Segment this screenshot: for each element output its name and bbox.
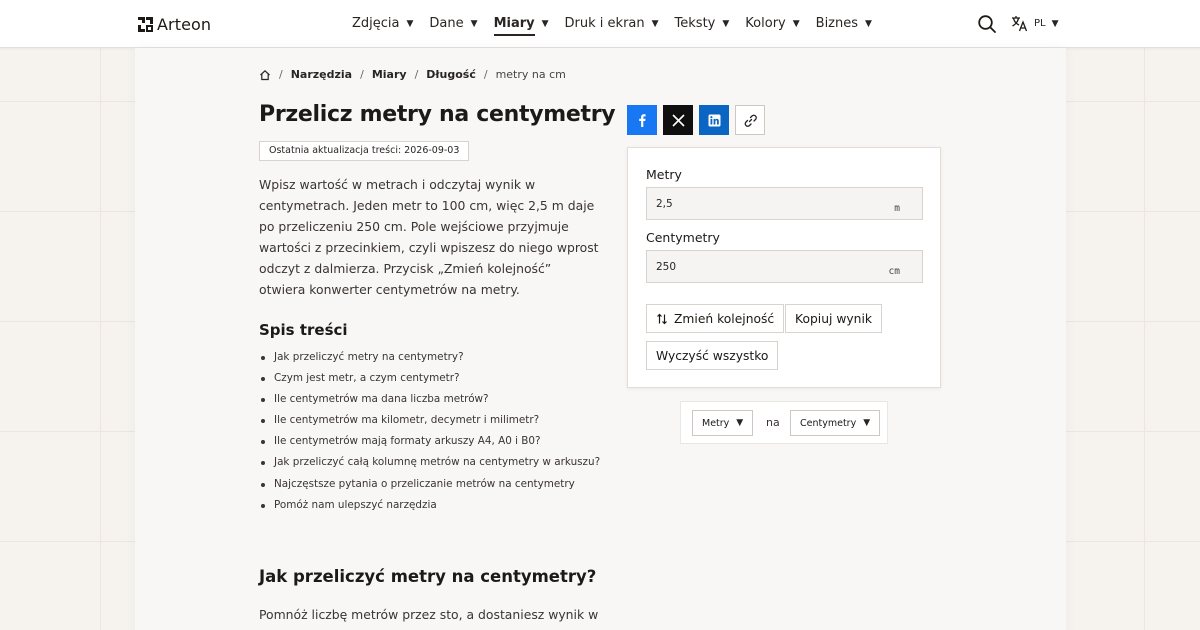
nav-item-kolory[interactable]: Kolory ▼ bbox=[745, 0, 799, 48]
section-heading: Jak przeliczyć metry na centymetry? bbox=[259, 567, 597, 586]
nav-item-druk-i-ekran[interactable]: Druk i ekran ▼ bbox=[565, 0, 659, 48]
chevron-down-icon: ▼ bbox=[865, 19, 872, 29]
breadcrumb-separator: / bbox=[360, 68, 364, 81]
swap-vertical-icon bbox=[657, 313, 667, 324]
toc-link[interactable]: Pomóż nam ulepszyć narzędzia bbox=[259, 495, 600, 516]
toc-link[interactable]: Jak przeliczyć całą kolumnę metrów na ce… bbox=[259, 452, 600, 473]
breadcrumb-separator: / bbox=[414, 68, 419, 81]
chevron-down-icon: ▼ bbox=[722, 19, 730, 29]
toc-link[interactable]: Najczęstsze pytania o przeliczanie metró… bbox=[259, 474, 600, 495]
logo-text: Arteon bbox=[157, 14, 212, 34]
nav-item-label: Zdjęcia bbox=[352, 16, 400, 31]
x-icon bbox=[671, 113, 685, 127]
nav-item-dane[interactable]: Dane ▼ bbox=[429, 0, 477, 48]
last-updated-badge: Ostatnia aktualizacja treści: 2026-09-03 bbox=[259, 141, 470, 161]
breadcrumb: / Narzędzia / Miary / Długość / metry na… bbox=[259, 68, 566, 81]
clear-all-button[interactable]: Wyczyść wszystko bbox=[646, 341, 779, 370]
centimeters-unit: cm bbox=[888, 266, 900, 277]
to-unit-select[interactable]: Centymetry ▼ bbox=[790, 410, 881, 436]
breadcrumb-link-narzedzia[interactable]: Narzędzia bbox=[291, 68, 352, 81]
toc-link[interactable]: Ile centymetrów ma dana liczba metrów? bbox=[259, 389, 600, 410]
unit-selector: Metry ▼ na Centymetry ▼ bbox=[680, 401, 888, 444]
chevron-down-icon: ▼ bbox=[1051, 18, 1059, 29]
toc-link[interactable]: Ile centymetrów mają formaty arkuszy A4,… bbox=[259, 431, 600, 452]
nav-item-label: Druk i ekran bbox=[564, 16, 645, 31]
search-button[interactable] bbox=[977, 14, 997, 34]
nav-item-miary[interactable]: Miary ▼ bbox=[493, 0, 549, 48]
copy-link-button[interactable] bbox=[735, 105, 765, 135]
main-nav: Zdjęcia ▼ Dane ▼ Miary ▼ Druk i ekran ▼ … bbox=[352, 0, 888, 48]
home-icon[interactable] bbox=[259, 69, 271, 81]
intro-paragraph: Wpisz wartość w metrach i odczytaj wynik… bbox=[259, 177, 599, 297]
toc-title: Spis treści bbox=[259, 321, 348, 339]
toc-link[interactable]: Ile centymetrów ma kilometr, decymetr i … bbox=[259, 410, 600, 431]
chevron-down-icon: ▼ bbox=[736, 418, 744, 428]
link-icon bbox=[744, 114, 757, 127]
converter-panel: Metry m Centymetry cm Zmień kolejność Ko… bbox=[627, 147, 941, 388]
breadcrumb-link-dlugosc[interactable]: Długość bbox=[426, 68, 476, 81]
chevron-down-icon: ▼ bbox=[863, 418, 871, 428]
swap-order-button[interactable]: Zmień kolejność bbox=[646, 304, 785, 333]
breadcrumb-link-miary[interactable]: Miary bbox=[372, 68, 407, 81]
nav-item-teksty[interactable]: Teksty ▼ bbox=[675, 0, 730, 48]
nav-item-biznes[interactable]: Biznes ▼ bbox=[816, 0, 872, 48]
share-facebook-button[interactable] bbox=[627, 105, 657, 135]
share-buttons bbox=[627, 105, 765, 135]
centimeters-input[interactable] bbox=[656, 251, 876, 282]
facebook-icon bbox=[639, 114, 646, 127]
chevron-down-icon: ▼ bbox=[470, 19, 478, 29]
language-code: PL bbox=[1034, 18, 1046, 29]
chevron-down-icon: ▼ bbox=[792, 19, 800, 29]
nav-item-label: Dane bbox=[429, 16, 464, 31]
chevron-down-icon: ▼ bbox=[651, 19, 659, 29]
nav-item-zdjecia[interactable]: Zdjęcia ▼ bbox=[352, 0, 413, 48]
to-unit-value: Centymetry bbox=[800, 417, 857, 429]
meters-label: Metry bbox=[646, 167, 682, 182]
toc-link[interactable]: Czym jest metr, a czym centymetr? bbox=[259, 368, 600, 389]
copy-result-label: Kopiuj wynik bbox=[795, 311, 872, 326]
linkedin-icon bbox=[708, 114, 720, 126]
meters-unit: m bbox=[894, 203, 900, 214]
table-of-contents: Jak przeliczyć metry na centymetry? Czym… bbox=[259, 347, 600, 516]
search-icon bbox=[978, 15, 996, 33]
language-switcher[interactable]: PL ▼ bbox=[1011, 15, 1059, 32]
meters-input[interactable] bbox=[656, 188, 876, 219]
centimeters-field: cm bbox=[646, 250, 923, 283]
logo[interactable]: Arteon bbox=[137, 14, 211, 34]
nav-item-label: Kolory bbox=[745, 16, 786, 31]
share-linkedin-button[interactable] bbox=[699, 105, 729, 135]
top-navigation-bar: Arteon Zdjęcia ▼ Dane ▼ Miary ▼ Druk i e… bbox=[0, 0, 1200, 48]
swap-order-label: Zmień kolejność bbox=[674, 311, 775, 326]
chevron-down-icon: ▼ bbox=[406, 19, 414, 29]
breadcrumb-separator: / bbox=[483, 68, 488, 81]
breadcrumb-separator: / bbox=[279, 68, 283, 81]
nav-item-label: Teksty bbox=[674, 16, 716, 31]
meters-field: m bbox=[646, 187, 923, 220]
toc-link[interactable]: Jak przeliczyć metry na centymetry? bbox=[259, 347, 600, 368]
nav-item-label: Biznes bbox=[815, 16, 859, 31]
logo-icon bbox=[138, 16, 153, 32]
section-paragraph: Pomnóż liczbę metrów przez sto, a dostan… bbox=[259, 607, 599, 622]
selector-connector: na bbox=[766, 416, 780, 429]
nav-item-label: Miary bbox=[493, 15, 535, 36]
chevron-down-icon: ▼ bbox=[541, 19, 549, 29]
page-title: Przelicz metry na centymetry bbox=[259, 102, 616, 127]
centimeters-label: Centymetry bbox=[646, 230, 720, 245]
translate-icon bbox=[1012, 16, 1028, 32]
from-unit-value: Metry bbox=[702, 417, 730, 429]
clear-all-label: Wyczyść wszystko bbox=[656, 348, 769, 363]
breadcrumb-current: metry na cm bbox=[495, 68, 566, 81]
from-unit-select[interactable]: Metry ▼ bbox=[692, 410, 754, 436]
share-x-button[interactable] bbox=[663, 105, 693, 135]
copy-result-button[interactable]: Kopiuj wynik bbox=[785, 304, 882, 333]
